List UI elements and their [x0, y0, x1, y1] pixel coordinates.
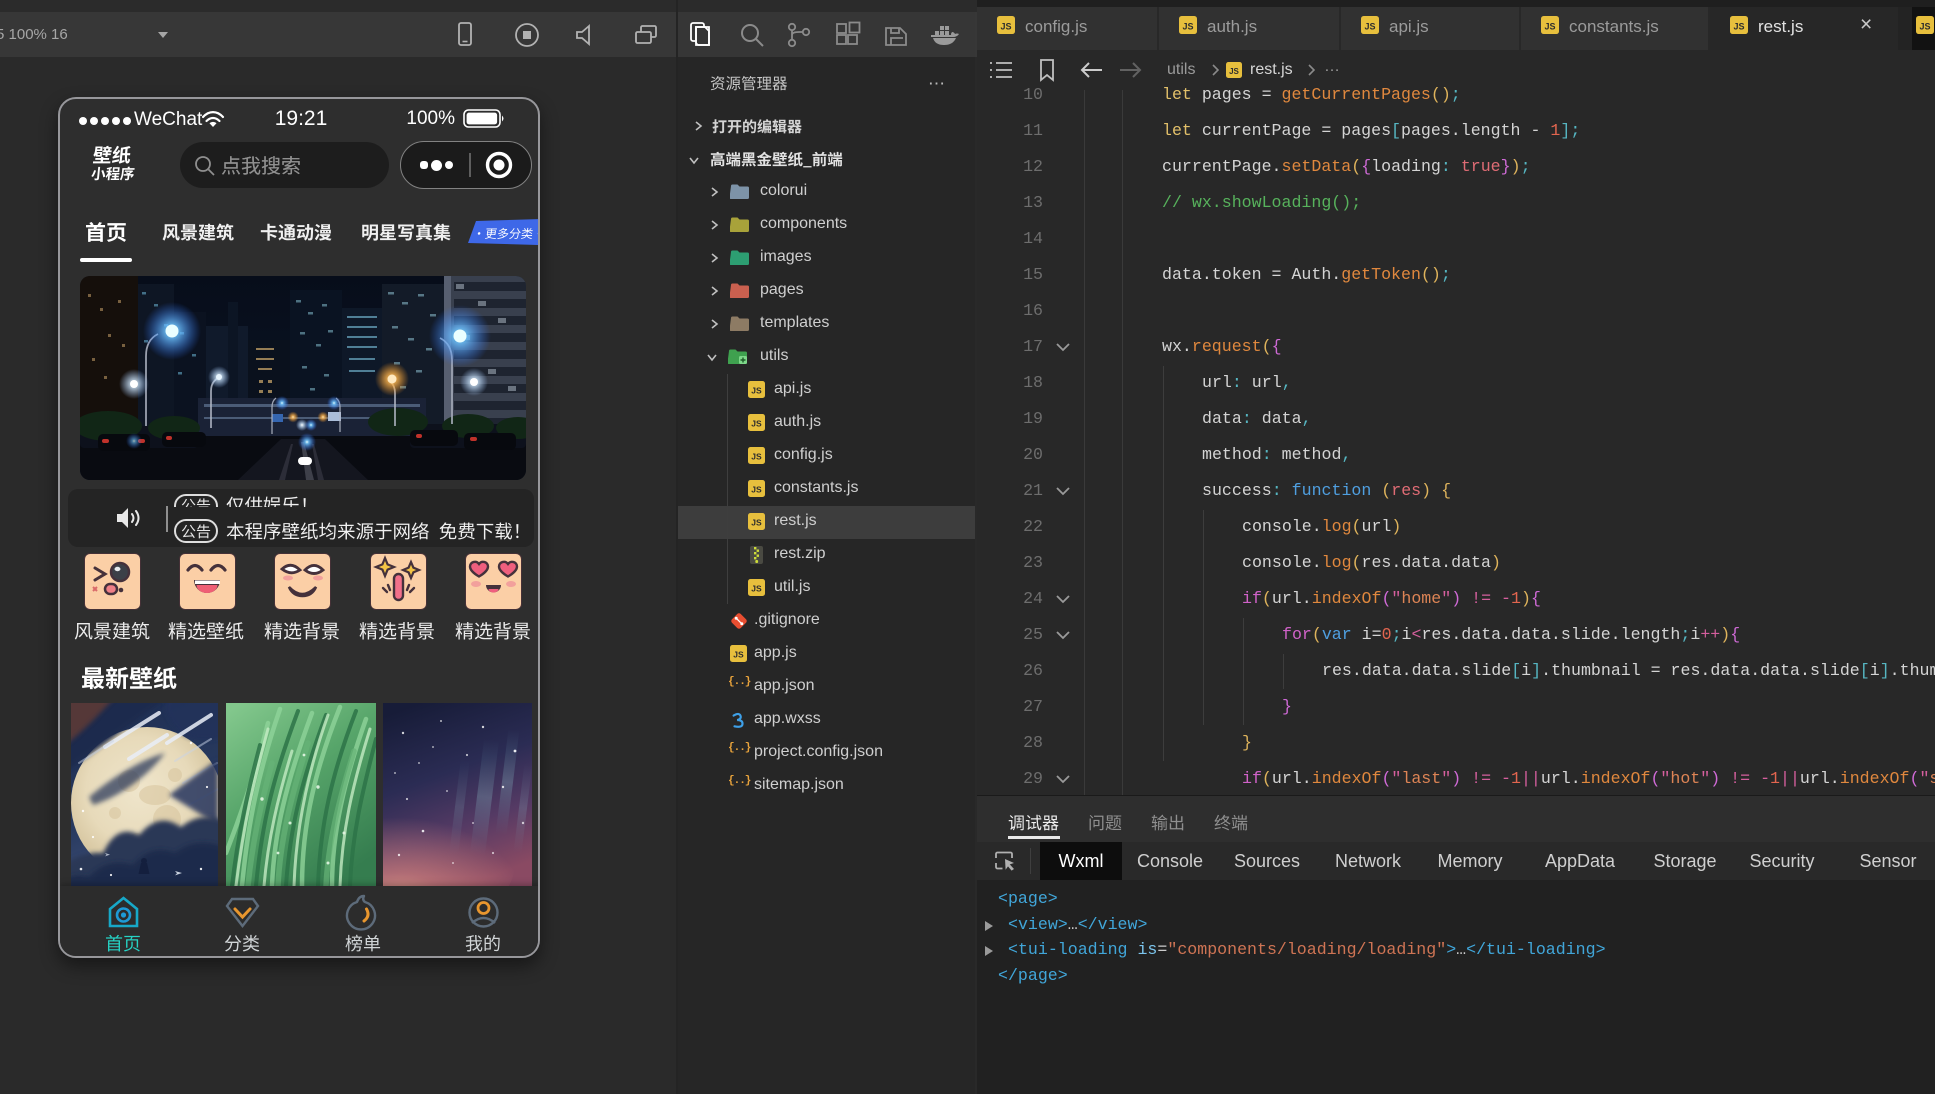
svg-text:JS: JS	[1000, 21, 1011, 31]
svg-text:JS: JS	[1364, 21, 1375, 31]
svg-text:JS: JS	[751, 452, 762, 462]
svg-text:JS: JS	[733, 650, 744, 660]
svg-text:JS: JS	[751, 485, 762, 495]
svg-text:JS: JS	[1733, 21, 1744, 31]
svg-text:JS: JS	[751, 518, 762, 528]
svg-text:JS: JS	[1919, 21, 1930, 31]
svg-text:JS: JS	[751, 386, 762, 396]
svg-text:JS: JS	[1229, 67, 1239, 76]
svg-text:JS: JS	[1182, 21, 1193, 31]
svg-text:JS: JS	[1544, 21, 1555, 31]
svg-text:JS: JS	[751, 584, 762, 594]
svg-text:JS: JS	[751, 419, 762, 429]
